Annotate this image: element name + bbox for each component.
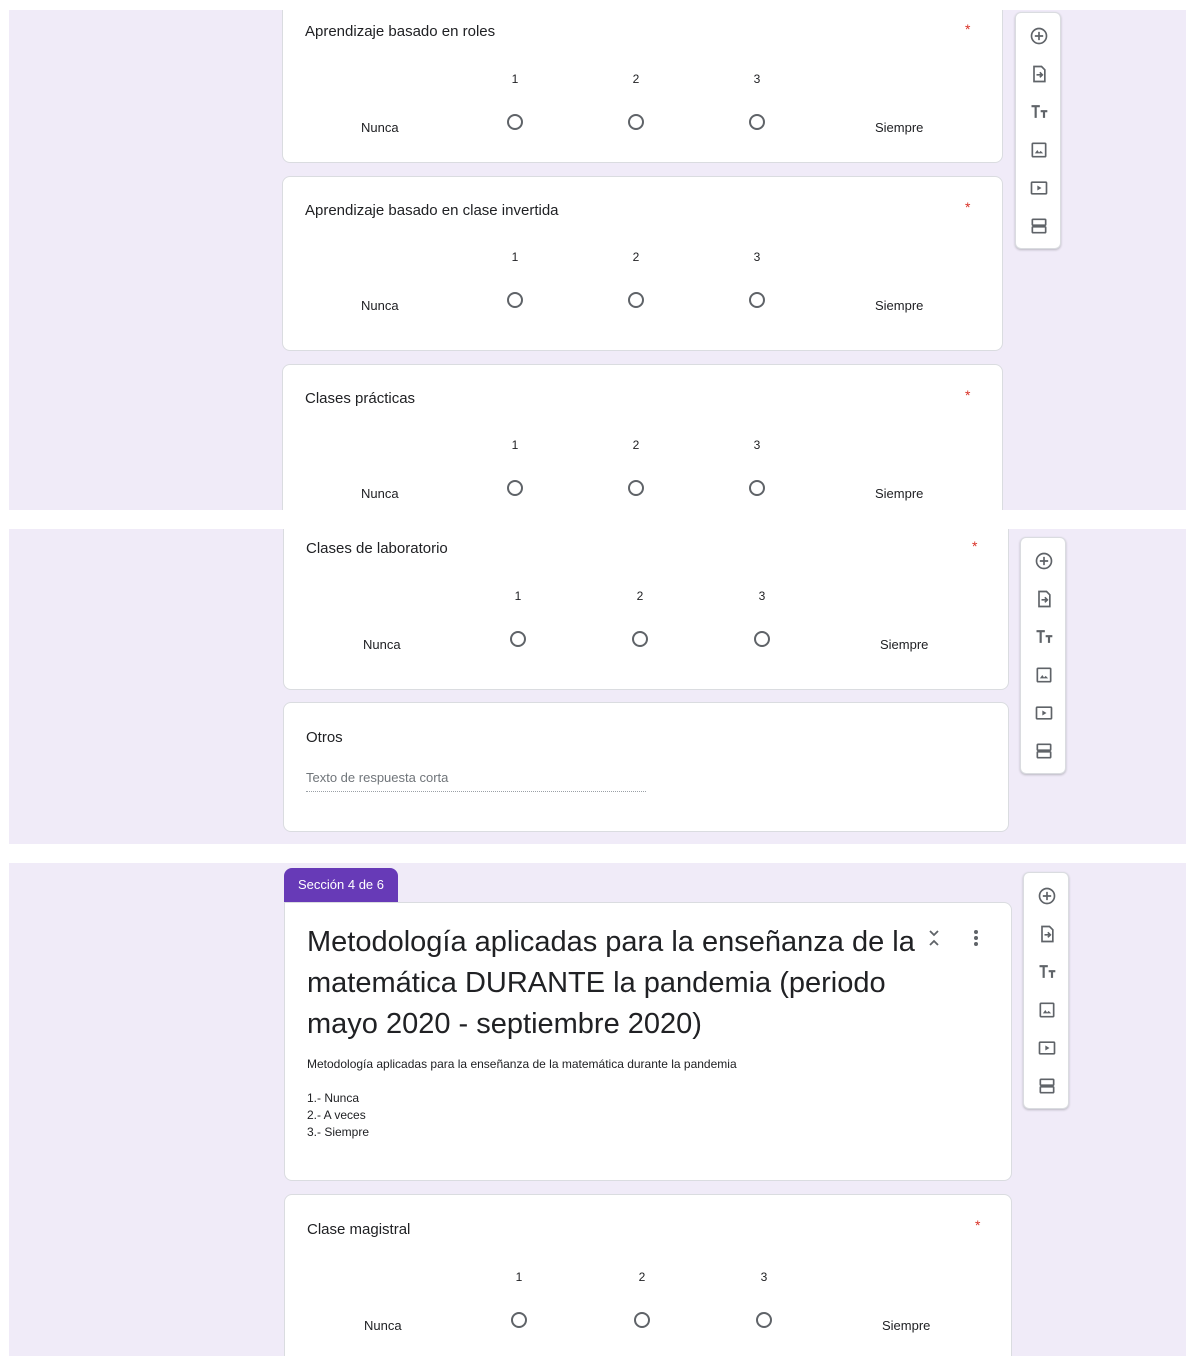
add-title-icon[interactable] — [1032, 625, 1056, 649]
required-mark: * — [975, 1217, 981, 1233]
add-image-icon[interactable] — [1035, 998, 1059, 1022]
legend-item-1: 1.- Nunca — [307, 1091, 360, 1105]
add-section-icon[interactable] — [1035, 1074, 1059, 1098]
radio-option-3[interactable] — [749, 292, 765, 308]
collapse-section-icon[interactable] — [925, 927, 943, 949]
add-question-icon[interactable] — [1035, 884, 1059, 908]
scale-number-1: 1 — [514, 589, 522, 603]
scale-number-2: 2 — [632, 250, 640, 264]
scale-high-label: Siempre — [880, 637, 929, 652]
scale-number-3: 3 — [758, 589, 766, 603]
question-title: Aprendizaje basado en roles — [305, 23, 496, 40]
add-question-icon[interactable] — [1032, 549, 1056, 573]
question-title: Clase magistral — [307, 1221, 411, 1238]
required-mark: * — [965, 21, 971, 37]
scale-number-2: 2 — [636, 589, 644, 603]
question-card-roles[interactable]: Aprendizaje basado en roles * 1 2 3 Nunc… — [282, 10, 1003, 163]
scale-number-3: 3 — [760, 1270, 768, 1284]
question-card-otros[interactable]: Otros Texto de respuesta corta — [283, 702, 1009, 832]
section-badge: Sección 4 de 6 — [284, 868, 399, 902]
section-title[interactable]: Metodología aplicadas para la enseñanza … — [307, 922, 917, 1045]
required-mark: * — [965, 387, 971, 403]
scale-low-label: Nunca — [361, 120, 399, 135]
question-title: Clases de laboratorio — [306, 540, 448, 557]
scale-low-label: Nunca — [361, 298, 399, 313]
scale-number-1: 1 — [515, 1270, 523, 1284]
scale-high-label: Siempre — [882, 1318, 931, 1333]
scale-number-3: 3 — [753, 72, 761, 86]
scale-number-3: 3 — [753, 438, 761, 452]
radio-option-3[interactable] — [749, 114, 765, 130]
required-mark: * — [965, 199, 971, 215]
scale-number-2: 2 — [632, 72, 640, 86]
radio-option-1[interactable] — [507, 292, 523, 308]
add-video-icon[interactable] — [1035, 1036, 1059, 1060]
more-options-icon[interactable] — [973, 929, 979, 947]
question-card-clase-invertida[interactable]: Aprendizaje basado en clase invertida * … — [282, 176, 1003, 351]
radio-option-2[interactable] — [632, 631, 648, 647]
scale-number-2: 2 — [632, 438, 640, 452]
section-description[interactable]: Metodología aplicadas para la enseñanza … — [307, 1056, 737, 1073]
scale-low-label: Nunca — [363, 637, 401, 652]
add-image-icon[interactable] — [1032, 663, 1056, 687]
add-section-icon[interactable] — [1032, 739, 1056, 763]
radio-option-1[interactable] — [507, 114, 523, 130]
scale-number-1: 1 — [511, 438, 519, 452]
scale-low-label: Nunca — [364, 1318, 402, 1333]
radio-option-1[interactable] — [507, 480, 523, 496]
scale-number-3: 3 — [753, 250, 761, 264]
floating-toolbar — [1023, 872, 1069, 1109]
add-image-icon[interactable] — [1027, 138, 1051, 162]
add-section-icon[interactable] — [1027, 214, 1051, 238]
radio-option-3[interactable] — [756, 1312, 772, 1328]
legend-item-2: 2.- A veces — [307, 1108, 366, 1122]
import-questions-icon[interactable] — [1032, 587, 1056, 611]
radio-option-1[interactable] — [510, 631, 526, 647]
add-question-icon[interactable] — [1027, 24, 1051, 48]
radio-option-3[interactable] — [754, 631, 770, 647]
floating-toolbar — [1015, 12, 1061, 249]
add-title-icon[interactable] — [1035, 960, 1059, 984]
scale-number-1: 1 — [511, 250, 519, 264]
question-card-clase-magistral[interactable]: Clase magistral * 1 2 3 Nunca Siempre — [284, 1194, 1012, 1356]
radio-option-2[interactable] — [628, 114, 644, 130]
radio-option-3[interactable] — [749, 480, 765, 496]
radio-option-2[interactable] — [628, 480, 644, 496]
form-panel-3: Sección 4 de 6 Metodología aplicadas par… — [9, 863, 1186, 1356]
scale-high-label: Siempre — [875, 298, 924, 313]
add-video-icon[interactable] — [1032, 701, 1056, 725]
form-panel-1: Aprendizaje basado en roles * 1 2 3 Nunc… — [9, 10, 1186, 510]
form-panel-2: Clases de laboratorio * 1 2 3 Nunca Siem… — [9, 529, 1186, 844]
scale-high-label: Siempre — [875, 486, 924, 501]
scale-number-1: 1 — [511, 72, 519, 86]
short-answer-input[interactable]: Texto de respuesta corta — [306, 770, 646, 792]
radio-option-1[interactable] — [511, 1312, 527, 1328]
question-card-laboratorio[interactable]: Clases de laboratorio * 1 2 3 Nunca Siem… — [283, 529, 1009, 690]
question-title: Otros — [306, 729, 343, 746]
radio-option-2[interactable] — [628, 292, 644, 308]
required-mark: * — [972, 538, 978, 554]
floating-toolbar — [1020, 537, 1066, 774]
radio-option-2[interactable] — [634, 1312, 650, 1328]
scale-high-label: Siempre — [875, 120, 924, 135]
question-title: Aprendizaje basado en clase invertida — [305, 202, 559, 219]
question-title: Clases prácticas — [305, 390, 416, 407]
section-header-card[interactable]: Metodología aplicadas para la enseñanza … — [284, 902, 1012, 1181]
import-questions-icon[interactable] — [1027, 62, 1051, 86]
question-card-clases-practicas[interactable]: Clases prácticas * 1 2 3 Nunca Siempre — [282, 364, 1003, 510]
legend-item-3: 3.- Siempre — [307, 1125, 370, 1139]
scale-low-label: Nunca — [361, 486, 399, 501]
add-title-icon[interactable] — [1027, 100, 1051, 124]
import-questions-icon[interactable] — [1035, 922, 1059, 946]
add-video-icon[interactable] — [1027, 176, 1051, 200]
scale-number-2: 2 — [638, 1270, 646, 1284]
